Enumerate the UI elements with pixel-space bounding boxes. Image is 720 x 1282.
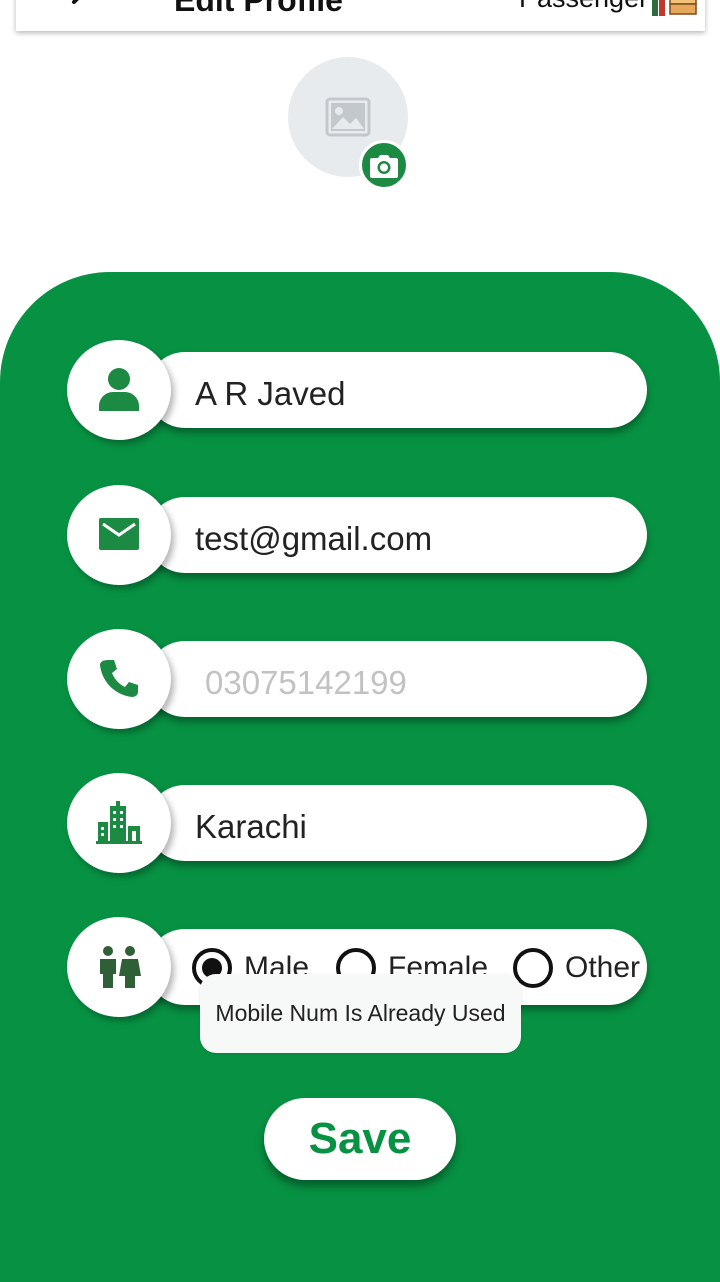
change-photo-button[interactable] — [359, 140, 409, 190]
email-field-row: test@gmail.com — [67, 485, 649, 585]
name-field-row: A R Javed — [67, 340, 649, 440]
page-title: Edit Profile — [174, 0, 343, 18]
phone-icon-badge — [67, 629, 171, 729]
email-icon-badge — [67, 485, 171, 585]
toast-message: Mobile Num Is Already Used — [215, 1000, 506, 1026]
city-field-row: Karachi — [67, 773, 649, 873]
person-icon — [99, 368, 139, 411]
toast: Mobile Num Is Already Used — [200, 974, 521, 1053]
city-icon — [96, 801, 142, 844]
phone-icon — [100, 660, 138, 697]
city-icon-badge — [67, 773, 171, 873]
phone-field-row: 03075142199 — [67, 629, 649, 729]
mail-icon — [99, 518, 139, 550]
phone-input[interactable]: 03075142199 — [205, 665, 407, 701]
email-input[interactable]: test@gmail.com — [195, 521, 432, 557]
save-button[interactable]: Save — [264, 1098, 456, 1180]
camera-icon — [370, 155, 398, 178]
gender-icon — [100, 946, 141, 988]
city-input[interactable]: Karachi — [195, 809, 307, 845]
gender-icon-badge — [67, 917, 171, 1017]
name-icon-badge — [67, 340, 171, 440]
name-input[interactable]: A R Javed — [195, 376, 345, 412]
image-placeholder-icon — [325, 97, 371, 137]
role-label: Passenger — [519, 0, 648, 12]
back-arrow-icon[interactable] — [64, 0, 108, 24]
passenger-icon — [652, 0, 697, 16]
app-bar: Edit Profile Passenger — [16, 0, 705, 31]
other-label: Other — [565, 951, 641, 984]
